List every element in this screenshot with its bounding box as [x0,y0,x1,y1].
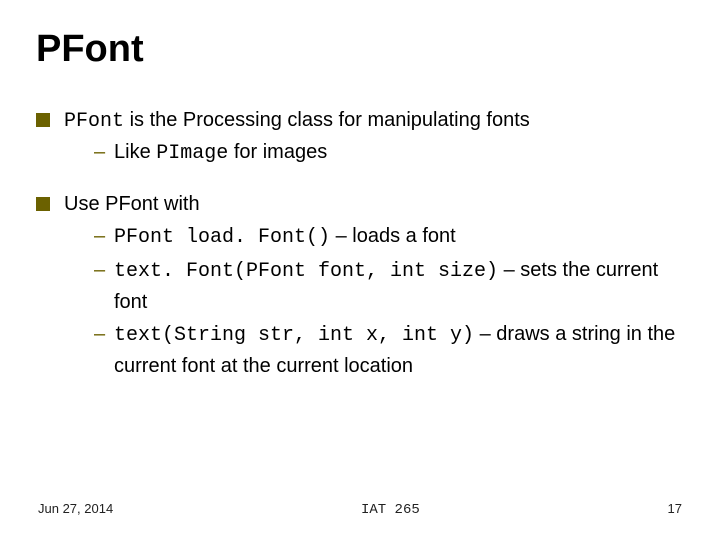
sub-text-code: PFont load. Font() [114,226,330,249]
dash-bullet-icon: – [94,137,105,167]
dash-bullet-icon: – [94,221,105,251]
sub-text-post: – loads a font [330,225,456,247]
sub-bullet-item: – PFont load. Font() – loads a font [64,221,684,253]
sub-bullet-item: – text. Font(PFont font, int size) – set… [64,255,684,317]
sub-text-code: PImage [156,142,228,165]
footer-course: IAT 265 [361,502,420,518]
bullet-text-code: PFont [64,110,124,133]
dash-bullet-icon: – [94,319,105,349]
footer-page-number: 17 [668,501,682,516]
square-bullet-icon [36,113,50,127]
sub-text-code: text(String str, int x, int y) [114,324,474,347]
sub-text-pre: Like [114,141,156,163]
square-bullet-icon [36,197,50,211]
footer-date: Jun 27, 2014 [38,501,113,516]
footer: Jun 27, 2014 IAT 265 17 [38,501,682,518]
bullet-item: PFont is the Processing class for manipu… [36,107,684,169]
slide-title: PFont [36,28,684,71]
sub-bullet-item: – Like PImage for images [64,137,684,169]
sub-bullet-item: – text(String str, int x, int y) – draws… [64,319,684,381]
bullet-item: Use PFont with – PFont load. Font() – lo… [36,191,684,381]
bullet-text-pre: Use PFont with [64,193,200,215]
sub-text-code: text. Font(PFont font, int size) [114,260,498,283]
sub-text-post: for images [228,141,327,163]
bullet-list: PFont is the Processing class for manipu… [36,107,684,381]
slide: PFont PFont is the Processing class for … [0,0,720,540]
dash-bullet-icon: – [94,255,105,285]
bullet-text-post: is the Processing class for manipulating… [124,109,530,131]
